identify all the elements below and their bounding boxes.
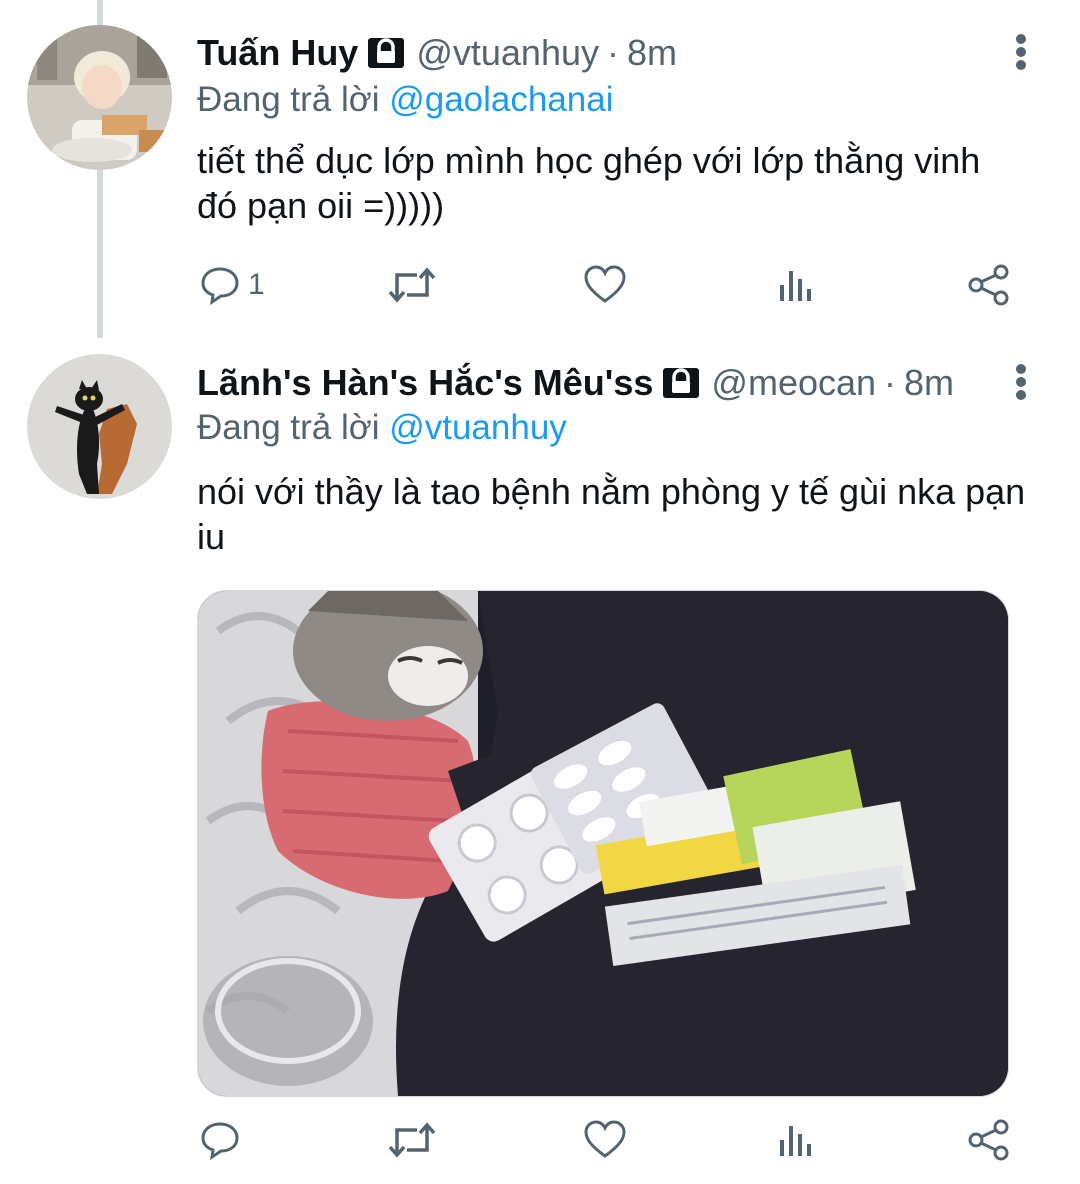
lock-icon [366,36,406,70]
like-button[interactable] [583,255,627,315]
like-button[interactable] [583,1110,627,1170]
tweet-header: Lãnh's Hàn's Hắc's Mêu'ss @meocan · 8m [197,362,954,404]
tweet-text: nói với thầy là tao bệnh nằm phòng y tế … [197,471,1026,557]
display-name[interactable]: Tuấn Huy [197,32,358,74]
more-vertical-icon[interactable] [1006,362,1036,422]
timestamp[interactable]: 8m [904,362,954,404]
user-handle[interactable]: @vtuanhuy [416,32,599,74]
replying-to: Đang trả lời @gaolachanai [197,80,614,120]
speech-bubble-icon [201,1122,239,1160]
share-icon [968,1119,1009,1161]
more-vertical-icon[interactable] [1006,32,1036,92]
tweet-text: tiết thể dục lớp mình học ghép với lớp t… [197,140,981,226]
lock-icon [661,366,701,400]
heart-icon [584,1120,626,1158]
timestamp[interactable]: 8m [627,32,677,74]
reply-mention-link[interactable]: @gaolachanai [389,80,613,119]
separator-dot: · [607,32,619,73]
share-icon [968,264,1009,306]
reply-button[interactable]: 1 [200,255,265,315]
heart-icon [584,265,626,303]
reply-mention-link[interactable]: @vtuanhuy [389,408,567,447]
avatar[interactable] [27,25,172,170]
bar-chart-icon [780,1126,811,1156]
tweet-header: Tuấn Huy @vtuanhuy · 8m [197,32,677,74]
retweet-button[interactable] [387,1110,437,1170]
replying-to-label: Đang trả lời [197,80,380,119]
user-handle[interactable]: @meocan [711,362,876,404]
tweet-media-image[interactable] [197,590,1009,1097]
share-button[interactable] [967,255,1011,315]
reply-count: 1 [248,268,265,301]
display-name[interactable]: Lãnh's Hàn's Hắc's Mêu'ss [197,362,653,404]
bar-chart-icon [780,271,811,301]
avatar[interactable] [27,354,172,499]
retweet-icon [388,267,436,303]
retweet-button[interactable] [387,255,437,315]
photo-cat-with-medicine [198,591,1008,1096]
views-button[interactable] [777,1110,817,1170]
speech-bubble-icon [201,267,239,305]
tweet-actions [195,1110,1025,1170]
reply-button[interactable] [200,1110,248,1170]
retweet-icon [388,1122,436,1158]
share-button[interactable] [967,1110,1011,1170]
tweet-actions: 1 [195,255,1025,315]
replying-to-label: Đang trả lời [197,408,380,447]
replying-to: Đang trả lời @vtuanhuy [197,408,567,448]
separator-dot: · [884,362,897,403]
views-button[interactable] [777,255,817,315]
